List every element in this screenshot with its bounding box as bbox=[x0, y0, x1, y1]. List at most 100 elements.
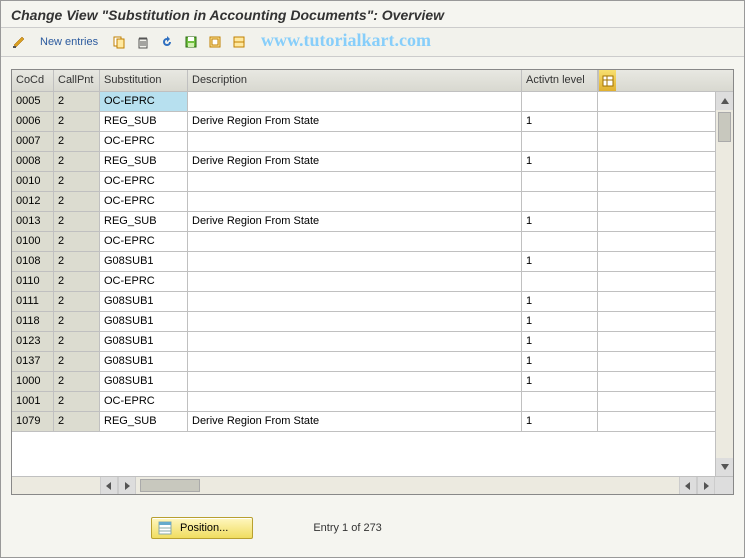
cell-activation[interactable]: 1 bbox=[522, 152, 598, 171]
cell-substitution[interactable]: OC-EPRC bbox=[100, 272, 188, 291]
scroll-right-icon[interactable] bbox=[118, 477, 136, 494]
cell-activation[interactable]: 1 bbox=[522, 252, 598, 271]
scroll-up-icon[interactable] bbox=[716, 92, 733, 110]
cell-cocd[interactable]: 0010 bbox=[12, 172, 54, 191]
cell-activation[interactable] bbox=[522, 272, 598, 291]
cell-cocd[interactable]: 0100 bbox=[12, 232, 54, 251]
cell-callpnt[interactable]: 2 bbox=[54, 172, 100, 191]
col-header-description[interactable]: Description bbox=[188, 70, 522, 91]
cell-cocd[interactable]: 1000 bbox=[12, 372, 54, 391]
col-header-activation[interactable]: Activtn level bbox=[522, 70, 598, 91]
table-row[interactable]: 01182G08SUB11 bbox=[12, 312, 715, 332]
scroll-left-icon[interactable] bbox=[100, 477, 118, 494]
cell-cocd[interactable]: 0007 bbox=[12, 132, 54, 151]
table-row[interactable]: 10792REG_SUBDerive Region From State1 bbox=[12, 412, 715, 432]
cell-substitution[interactable]: G08SUB1 bbox=[100, 332, 188, 351]
scroll-thumb[interactable] bbox=[718, 112, 731, 142]
cell-substitution[interactable]: REG_SUB bbox=[100, 152, 188, 171]
cell-substitution[interactable]: REG_SUB bbox=[100, 212, 188, 231]
cell-description[interactable] bbox=[188, 132, 522, 151]
cell-callpnt[interactable]: 2 bbox=[54, 272, 100, 291]
cell-callpnt[interactable]: 2 bbox=[54, 292, 100, 311]
cell-callpnt[interactable]: 2 bbox=[54, 332, 100, 351]
table-row[interactable]: 00132REG_SUBDerive Region From State1 bbox=[12, 212, 715, 232]
cell-substitution[interactable]: REG_SUB bbox=[100, 112, 188, 131]
col-header-substitution[interactable]: Substitution bbox=[100, 70, 188, 91]
cell-substitution[interactable]: G08SUB1 bbox=[100, 372, 188, 391]
cell-callpnt[interactable]: 2 bbox=[54, 192, 100, 211]
cell-description[interactable]: Derive Region From State bbox=[188, 112, 522, 131]
cell-description[interactable] bbox=[188, 232, 522, 251]
cell-callpnt[interactable]: 2 bbox=[54, 232, 100, 251]
cell-callpnt[interactable]: 2 bbox=[54, 92, 100, 111]
cell-callpnt[interactable]: 2 bbox=[54, 392, 100, 411]
col-header-cocd[interactable]: CoCd bbox=[12, 70, 54, 91]
table-row[interactable]: 01112G08SUB11 bbox=[12, 292, 715, 312]
table-row[interactable]: 00052OC-EPRC bbox=[12, 92, 715, 112]
cell-substitution[interactable]: OC-EPRC bbox=[100, 172, 188, 191]
cell-callpnt[interactable]: 2 bbox=[54, 152, 100, 171]
cell-description[interactable] bbox=[188, 292, 522, 311]
cell-cocd[interactable]: 0118 bbox=[12, 312, 54, 331]
cell-description[interactable] bbox=[188, 332, 522, 351]
cell-description[interactable] bbox=[188, 192, 522, 211]
cell-callpnt[interactable]: 2 bbox=[54, 312, 100, 331]
save-icon[interactable] bbox=[181, 32, 201, 52]
horizontal-scrollbar[interactable] bbox=[12, 476, 733, 494]
cell-cocd[interactable]: 0137 bbox=[12, 352, 54, 371]
select-all-icon[interactable] bbox=[205, 32, 225, 52]
cell-callpnt[interactable]: 2 bbox=[54, 112, 100, 131]
cell-callpnt[interactable]: 2 bbox=[54, 212, 100, 231]
cell-cocd[interactable]: 0111 bbox=[12, 292, 54, 311]
position-button[interactable]: Position... bbox=[151, 517, 253, 539]
table-row[interactable]: 00102OC-EPRC bbox=[12, 172, 715, 192]
cell-description[interactable]: Derive Region From State bbox=[188, 212, 522, 231]
cell-substitution[interactable]: OC-EPRC bbox=[100, 192, 188, 211]
table-row[interactable]: 01102OC-EPRC bbox=[12, 272, 715, 292]
cell-activation[interactable]: 1 bbox=[522, 372, 598, 391]
table-row[interactable]: 01372G08SUB11 bbox=[12, 352, 715, 372]
table-row[interactable]: 10002G08SUB1 1 bbox=[12, 372, 715, 392]
cell-cocd[interactable]: 0006 bbox=[12, 112, 54, 131]
cell-cocd[interactable]: 0110 bbox=[12, 272, 54, 291]
cell-description[interactable] bbox=[188, 272, 522, 291]
cell-activation[interactable] bbox=[522, 92, 598, 111]
cell-activation[interactable]: 1 bbox=[522, 332, 598, 351]
cell-activation[interactable]: 1 bbox=[522, 212, 598, 231]
col-header-callpnt[interactable]: CallPnt bbox=[54, 70, 100, 91]
cell-activation[interactable] bbox=[522, 232, 598, 251]
cell-description[interactable] bbox=[188, 252, 522, 271]
table-row[interactable]: 00062REG_SUBDerive Region From State1 bbox=[12, 112, 715, 132]
table-row[interactable]: 10012OC-EPRC bbox=[12, 392, 715, 412]
cell-callpnt[interactable]: 2 bbox=[54, 412, 100, 431]
cell-description[interactable] bbox=[188, 372, 522, 391]
table-row[interactable]: 00082REG_SUBDerive Region From State1 bbox=[12, 152, 715, 172]
cell-substitution[interactable]: G08SUB1 bbox=[100, 312, 188, 331]
cell-activation[interactable] bbox=[522, 132, 598, 151]
copy-icon[interactable] bbox=[109, 32, 129, 52]
cell-cocd[interactable]: 1079 bbox=[12, 412, 54, 431]
cell-description[interactable]: Derive Region From State bbox=[188, 152, 522, 171]
cell-description[interactable] bbox=[188, 172, 522, 191]
undo-icon[interactable] bbox=[157, 32, 177, 52]
cell-description[interactable]: Derive Region From State bbox=[188, 412, 522, 431]
cell-substitution[interactable]: G08SUB1 bbox=[100, 352, 188, 371]
cell-description[interactable] bbox=[188, 392, 522, 411]
scroll-right-end-icon[interactable] bbox=[697, 477, 715, 494]
table-row[interactable]: 01082G08SUB11 bbox=[12, 252, 715, 272]
table-settings-icon[interactable] bbox=[598, 70, 616, 91]
cell-callpnt[interactable]: 2 bbox=[54, 372, 100, 391]
cell-cocd[interactable]: 0108 bbox=[12, 252, 54, 271]
cell-substitution[interactable]: G08SUB1 bbox=[100, 252, 188, 271]
cell-substitution[interactable]: OC-EPRC bbox=[100, 392, 188, 411]
cell-activation[interactable] bbox=[522, 392, 598, 411]
cell-callpnt[interactable]: 2 bbox=[54, 352, 100, 371]
cell-cocd[interactable]: 0013 bbox=[12, 212, 54, 231]
cell-substitution[interactable]: G08SUB1 bbox=[100, 292, 188, 311]
cell-cocd[interactable]: 0005 bbox=[12, 92, 54, 111]
cell-activation[interactable] bbox=[522, 192, 598, 211]
cell-activation[interactable] bbox=[522, 172, 598, 191]
cell-activation[interactable]: 1 bbox=[522, 112, 598, 131]
cell-description[interactable] bbox=[188, 352, 522, 371]
cell-substitution[interactable]: REG_SUB bbox=[100, 412, 188, 431]
